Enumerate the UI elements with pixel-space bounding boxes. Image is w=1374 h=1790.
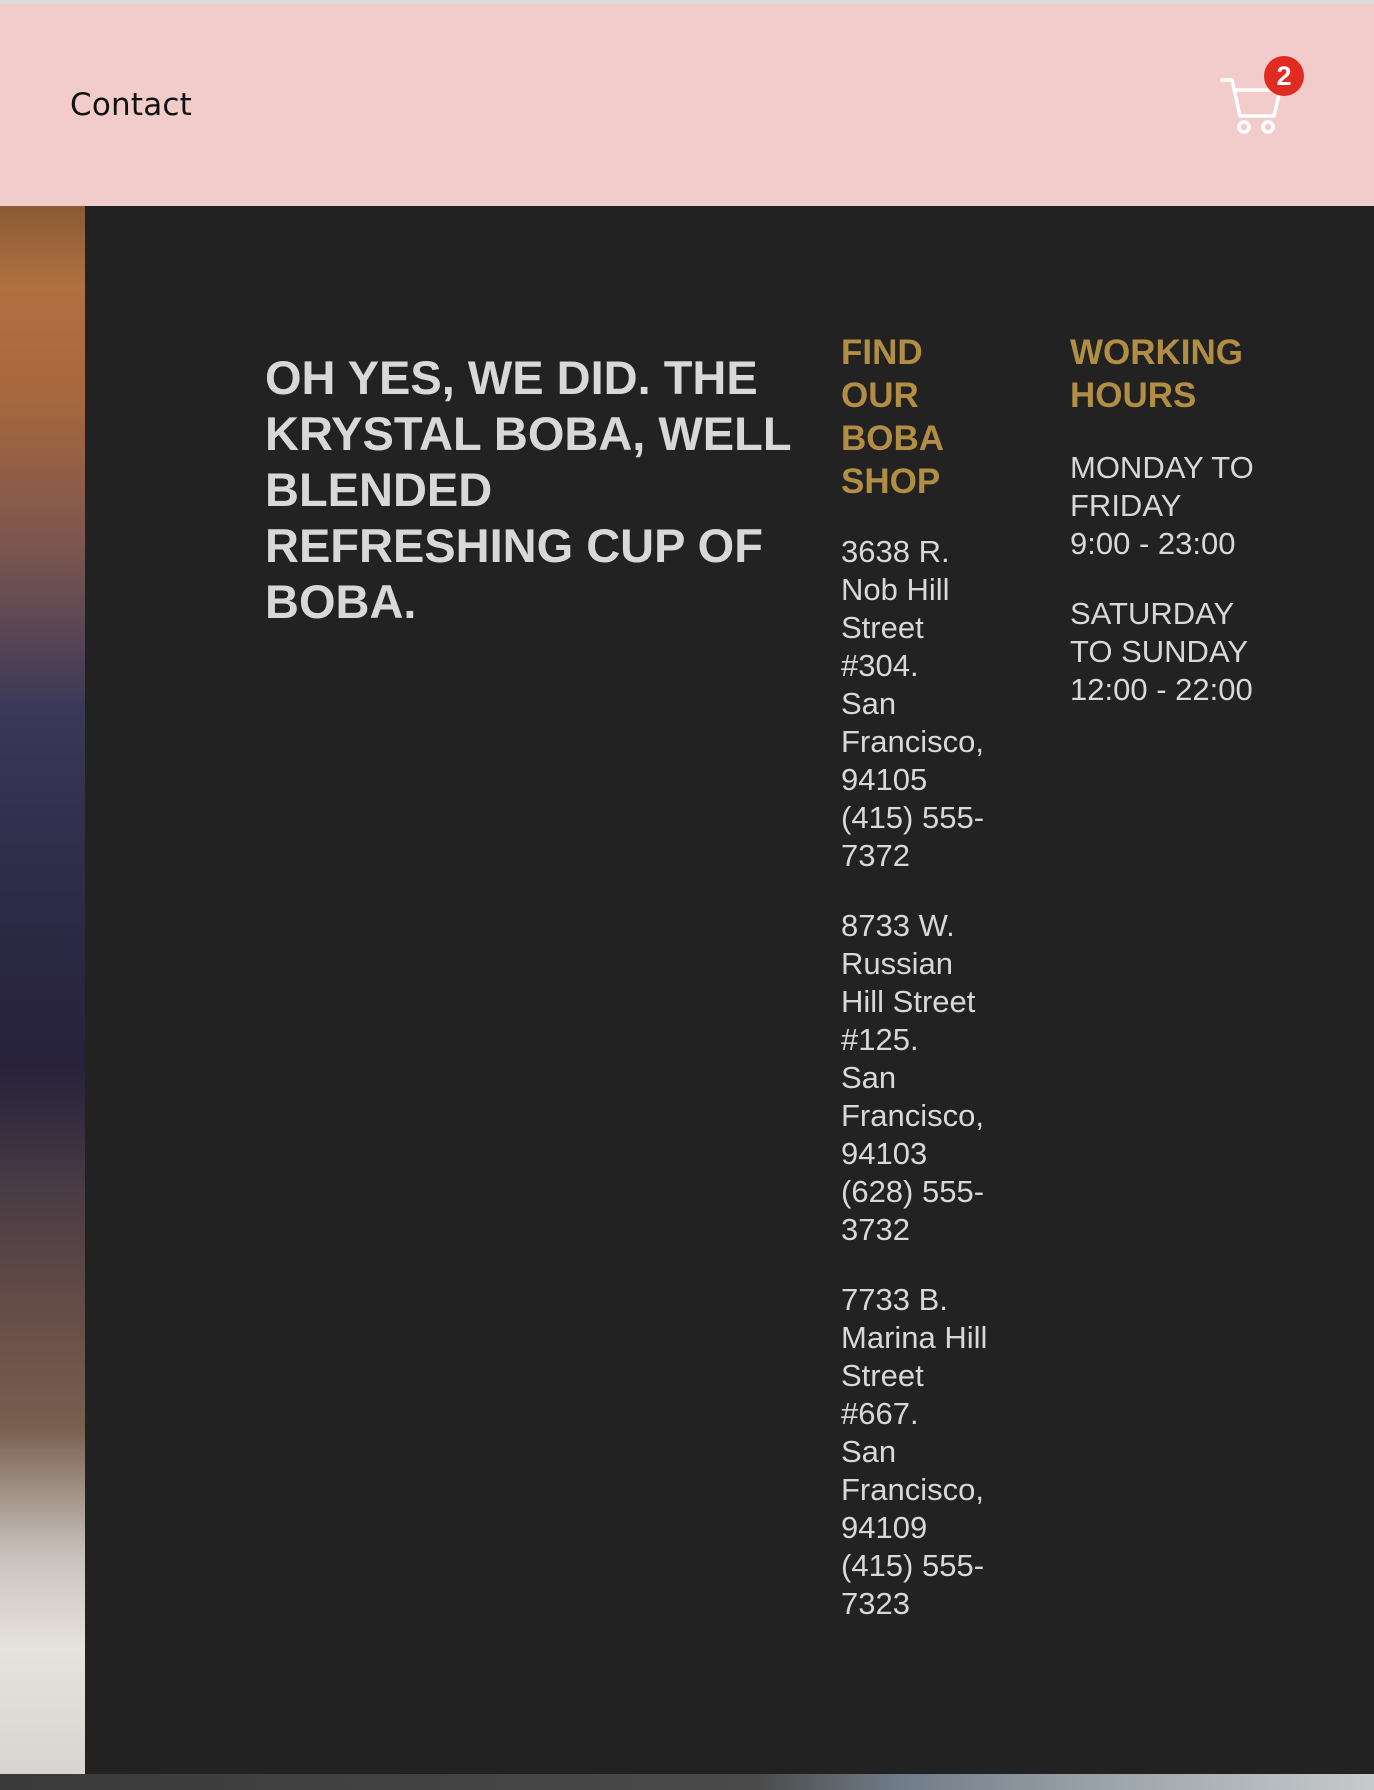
hero-headline: OH YES, WE DID. THE KRYSTAL BOBA, WELL B… [265, 351, 791, 628]
hours-days: SATURDAY TO SUNDAY [1070, 596, 1248, 669]
nav-link-contact[interactable]: Contact [70, 87, 192, 123]
hours-time: 12:00 - 22:00 [1070, 672, 1253, 707]
hours-list: MONDAY TO FRIDAY 9:00 - 23:00 SATURDAY T… [1070, 449, 1260, 741]
background-photo-strip [0, 206, 85, 1774]
hours-entry: SATURDAY TO SUNDAY 12:00 - 22:00 [1070, 595, 1260, 709]
hours-days: MONDAY TO FRIDAY [1070, 450, 1254, 523]
hours-time: 9:00 - 23:00 [1070, 526, 1236, 561]
cart-count-badge: 2 [1264, 56, 1304, 96]
cart-button[interactable]: 2 [1220, 56, 1310, 142]
address-list: 3638 R. Nob Hill Street #304. San Franci… [841, 533, 1001, 1655]
bottom-image-edge [0, 1774, 1374, 1790]
address-item: 3638 R. Nob Hill Street #304. San Franci… [841, 534, 985, 873]
find-shop-heading: FIND OUR BOBA SHOP [841, 333, 943, 501]
hours-entry: MONDAY TO FRIDAY 9:00 - 23:00 [1070, 449, 1260, 563]
site-header: Contact 2 [0, 4, 1374, 206]
address-item: 7733 B. Marina Hill Street #667. San Fra… [841, 1282, 988, 1621]
working-hours-heading: WORKING HOURS [1070, 333, 1244, 415]
address-item: 8733 W. Russian Hill Street #125. San Fr… [841, 908, 985, 1247]
